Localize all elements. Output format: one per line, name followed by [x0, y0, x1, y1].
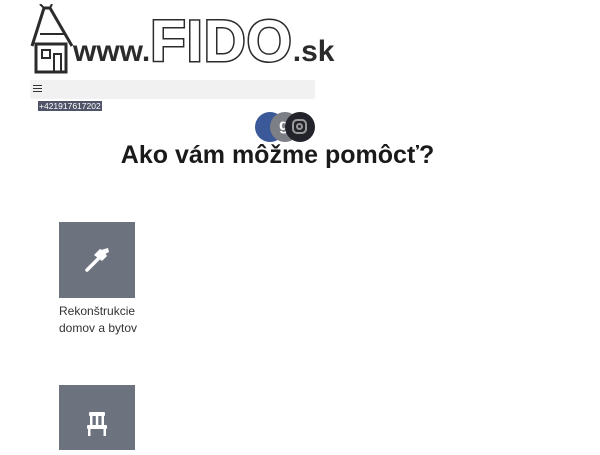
nav-bar [30, 80, 315, 99]
site-logo[interactable]: www.FIDO.sk [30, 4, 335, 78]
logo-wordmark: www.FIDO.sk [73, 8, 335, 89]
logo-name: FIDO [149, 8, 294, 75]
hammer-icon [85, 248, 109, 272]
chair-icon [87, 412, 107, 436]
service-card[interactable]: Rekonštrukcie domov a bytov [59, 222, 139, 337]
phone-link[interactable]: +421917617202 [38, 101, 102, 111]
service-card[interactable] [59, 385, 139, 455]
house-icon [30, 4, 74, 74]
page-title: Ako vám môžme pomôcť? [120, 141, 435, 169]
logo-www: www. [73, 35, 151, 68]
service-tile[interactable] [59, 222, 135, 298]
service-tile[interactable] [59, 385, 135, 450]
hamburger-icon[interactable] [33, 85, 42, 92]
service-label[interactable]: Rekonštrukcie domov a bytov [59, 303, 141, 337]
logo-tld: .sk [292, 35, 335, 68]
